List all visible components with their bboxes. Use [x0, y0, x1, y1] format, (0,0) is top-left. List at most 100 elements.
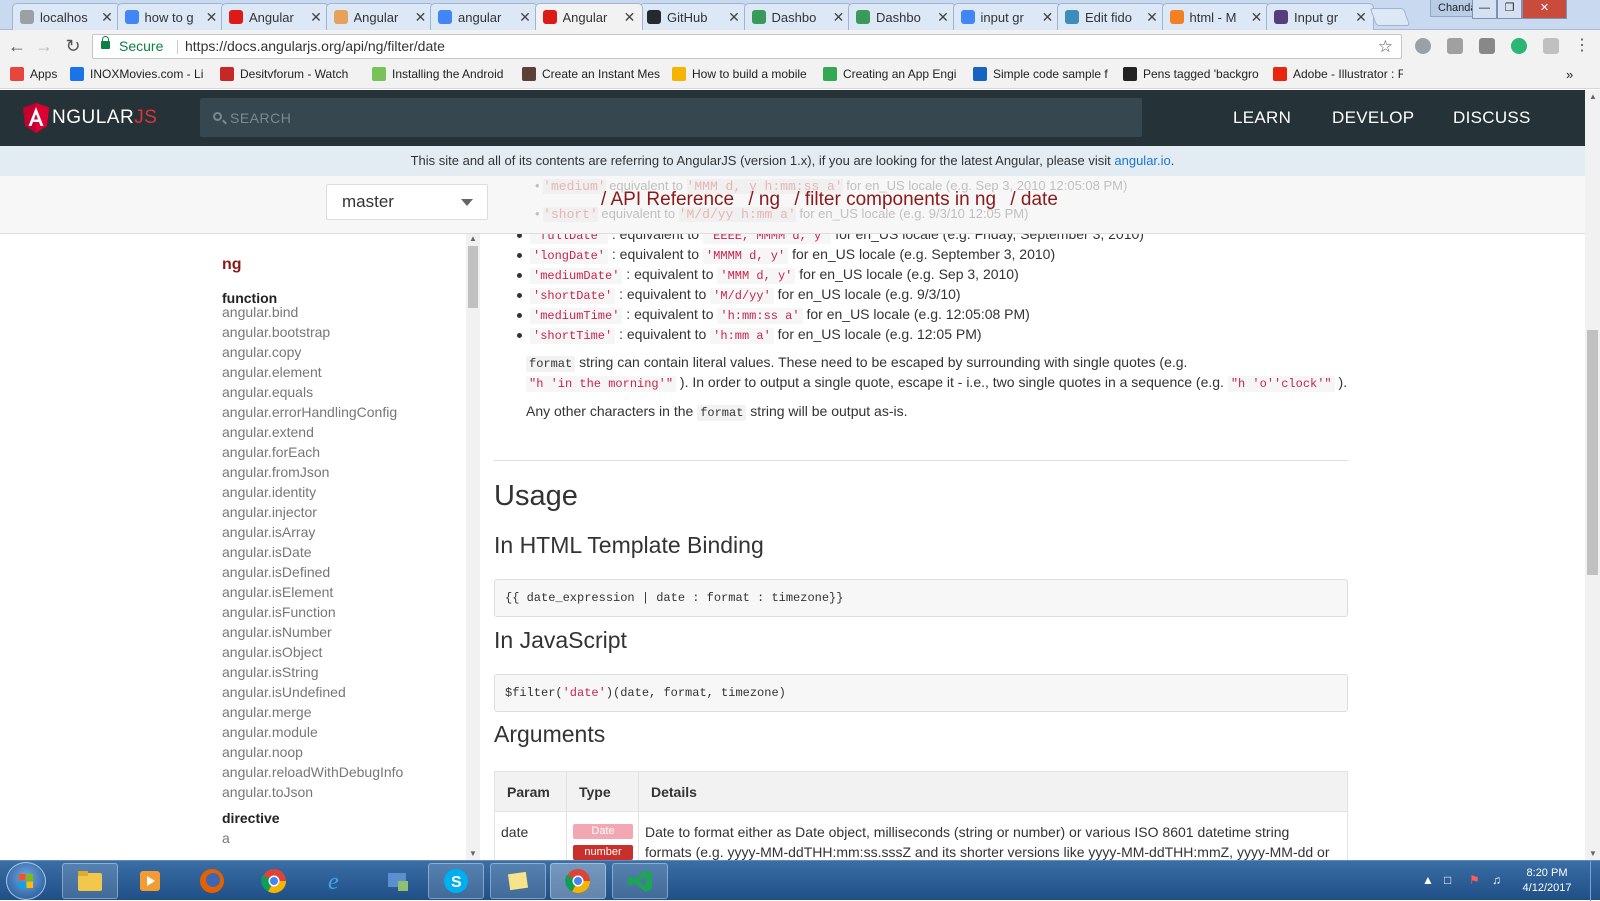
- menu-icon[interactable]: ⋮: [1571, 35, 1593, 57]
- sidebar-item-function[interactable]: angular.identity: [222, 484, 316, 500]
- network-icon[interactable]: □: [1444, 873, 1451, 887]
- tab-close-icon[interactable]: ✕: [935, 9, 951, 26]
- sidebar-item-function[interactable]: angular.reloadWithDebugInfo: [222, 764, 403, 780]
- nav-discuss[interactable]: DISCUSS: [1453, 108, 1531, 128]
- bookmark-item[interactable]: Simple code sample f: [973, 67, 1108, 81]
- puzzle-extension-icon[interactable]: [1543, 38, 1559, 54]
- browser-tab[interactable]: how to g ✕: [116, 3, 225, 30]
- breadcrumb-date[interactable]: / date: [1010, 189, 1058, 210]
- tab-close-icon[interactable]: ✕: [1353, 9, 1369, 26]
- tab-close-icon[interactable]: ✕: [413, 9, 429, 26]
- browser-tab[interactable]: Input gr ✕: [1266, 3, 1374, 30]
- bookmark-star-icon[interactable]: ☆: [1378, 35, 1393, 58]
- sidebar-item-function[interactable]: angular.forEach: [222, 444, 320, 460]
- bookmark-item[interactable]: Adobe - Illustrator : F: [1273, 67, 1403, 81]
- bookmark-item[interactable]: Creating an App Engi: [823, 67, 956, 81]
- scroll-up-icon[interactable]: ▲: [469, 234, 477, 243]
- tab-close-icon[interactable]: ✕: [308, 9, 324, 26]
- close-window-button[interactable]: ✕: [1522, 0, 1567, 19]
- tab-close-icon[interactable]: ✕: [517, 9, 533, 26]
- visual-studio-taskbar-icon[interactable]: [612, 863, 668, 899]
- version-select[interactable]: master: [326, 184, 488, 220]
- bookmark-item[interactable]: Installing the Android: [372, 67, 503, 81]
- breadcrumb-api-reference[interactable]: / API Reference: [601, 189, 734, 210]
- sidebar-module-heading[interactable]: ng: [222, 256, 242, 274]
- sidebar-item-function[interactable]: angular.isString: [222, 664, 319, 680]
- sidebar-item-function[interactable]: angular.isFunction: [222, 604, 336, 620]
- browser-tab[interactable]: Angular ✕: [325, 3, 434, 30]
- grammarly-extension-icon[interactable]: [1447, 38, 1463, 54]
- breadcrumb-filter[interactable]: / filter components in ng: [794, 189, 996, 210]
- tab-close-icon[interactable]: ✕: [1144, 9, 1160, 26]
- sidebar-item-function[interactable]: angular.isObject: [222, 644, 322, 660]
- bookmark-item[interactable]: INOXMovies.com - Li: [70, 67, 203, 81]
- scroll-up-icon[interactable]: ▲: [1589, 92, 1597, 101]
- sidebar-item-function[interactable]: angular.toJson: [222, 784, 313, 800]
- sidebar-item-function[interactable]: angular.extend: [222, 424, 314, 440]
- browser-tab[interactable]: input gr ✕: [952, 3, 1061, 30]
- chrome-active-taskbar-icon[interactable]: [550, 863, 606, 899]
- nav-develop[interactable]: DEVELOP: [1332, 108, 1414, 128]
- tab-close-icon[interactable]: ✕: [622, 9, 638, 26]
- more-bookmarks-icon[interactable]: »: [1566, 67, 1573, 82]
- bookmark-item[interactable]: How to build a mobile: [672, 67, 807, 81]
- sidebar-item-function[interactable]: angular.isUndefined: [222, 684, 346, 700]
- tab-close-icon[interactable]: ✕: [204, 9, 220, 26]
- angular-io-link[interactable]: angular.io: [1114, 153, 1170, 168]
- start-button[interactable]: [6, 862, 46, 900]
- reload-button[interactable]: ↻: [62, 35, 84, 57]
- browser-tab[interactable]: GitHub ✕: [639, 3, 747, 30]
- sidebar-item-function[interactable]: angular.isNumber: [222, 624, 332, 640]
- internet-explorer-taskbar-icon[interactable]: e: [308, 863, 364, 899]
- bookmark-item[interactable]: Desitvforum - Watch: [220, 67, 348, 81]
- maximize-button[interactable]: ❐: [1497, 0, 1522, 19]
- angularjs-logo[interactable]: NGULARJS: [22, 102, 157, 134]
- sticky-notes-taskbar-icon[interactable]: [490, 863, 546, 899]
- browser-tab[interactable]: html - M ✕: [1161, 3, 1270, 30]
- media-player-taskbar-icon[interactable]: [122, 863, 178, 899]
- site-search[interactable]: [200, 98, 1142, 137]
- action-center-icon[interactable]: ⚑: [1469, 873, 1480, 887]
- sidebar-item-function[interactable]: angular.isDefined: [222, 564, 330, 580]
- chrome-taskbar-icon[interactable]: [246, 863, 302, 899]
- firefox-taskbar-icon[interactable]: [184, 863, 240, 899]
- sidebar-item-function[interactable]: angular.equals: [222, 384, 313, 400]
- tab-close-icon[interactable]: ✕: [99, 9, 115, 26]
- new-tab-button[interactable]: [1369, 8, 1411, 26]
- scroll-down-icon[interactable]: ▼: [1589, 849, 1597, 858]
- page-scrollbar[interactable]: ▲ ▼: [1585, 90, 1600, 860]
- sidebar-item-function[interactable]: angular.isArray: [222, 524, 315, 540]
- tab-close-icon[interactable]: ✕: [726, 9, 742, 26]
- nav-learn[interactable]: LEARN: [1233, 108, 1291, 128]
- sidebar-scrollbar[interactable]: ▲ ▼: [466, 234, 480, 860]
- sidebar-item-function[interactable]: angular.errorHandlingConfig: [222, 404, 397, 420]
- globe-extension-icon[interactable]: [1415, 38, 1431, 54]
- sidebar-item-function[interactable]: angular.injector: [222, 504, 317, 520]
- search-input[interactable]: [230, 98, 1130, 137]
- sidebar-item-directive[interactable]: a: [222, 830, 230, 846]
- sidebar-item-function[interactable]: angular.bootstrap: [222, 324, 330, 340]
- sidebar-item-function[interactable]: angular.fromJson: [222, 464, 329, 480]
- system-clock[interactable]: 8:20 PM 4/12/2017: [1512, 866, 1582, 896]
- volume-icon[interactable]: ♫: [1492, 873, 1501, 887]
- camera-extension-icon[interactable]: [1479, 38, 1495, 54]
- minimize-button[interactable]: —: [1472, 0, 1497, 19]
- browser-tab[interactable]: Dashbo ✕: [848, 3, 956, 30]
- sidebar-item-function[interactable]: angular.noop: [222, 744, 303, 760]
- sidebar-item-function[interactable]: angular.merge: [222, 704, 312, 720]
- apps-bookmark[interactable]: Apps: [10, 67, 57, 81]
- scroll-down-icon[interactable]: ▼: [469, 849, 477, 858]
- browser-tab[interactable]: Angular ✕: [221, 3, 329, 30]
- sidebar-scroll-thumb[interactable]: [468, 246, 478, 308]
- sidebar-item-function[interactable]: angular.bind: [222, 304, 298, 320]
- browser-tab[interactable]: Dashbo ✕: [743, 3, 852, 30]
- back-button[interactable]: ←: [6, 35, 28, 57]
- sidebar-item-function[interactable]: angular.isElement: [222, 584, 333, 600]
- browser-tab[interactable]: Angular ✕: [534, 3, 643, 30]
- bookmark-item[interactable]: Pens tagged 'backgro: [1123, 67, 1259, 81]
- tab-close-icon[interactable]: ✕: [1040, 9, 1056, 26]
- browser-tab[interactable]: angular ✕: [430, 3, 538, 30]
- sidebar-item-function[interactable]: angular.module: [222, 724, 318, 740]
- sidebar-item-function[interactable]: angular.element: [222, 364, 322, 380]
- explorer-taskbar-icon[interactable]: [62, 863, 118, 899]
